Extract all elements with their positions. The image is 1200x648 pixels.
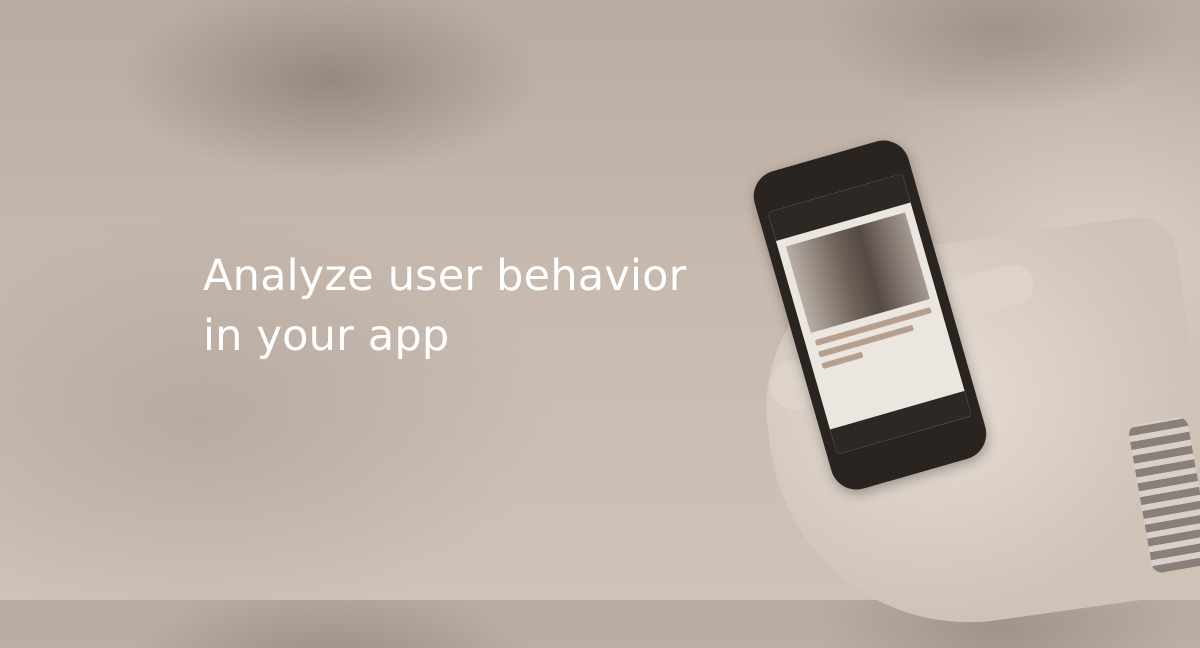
headline-line-2: in your app (203, 311, 450, 361)
headline: Analyze user behavior in your app (203, 246, 687, 366)
headline-line-1: Analyze user behavior (203, 251, 687, 301)
